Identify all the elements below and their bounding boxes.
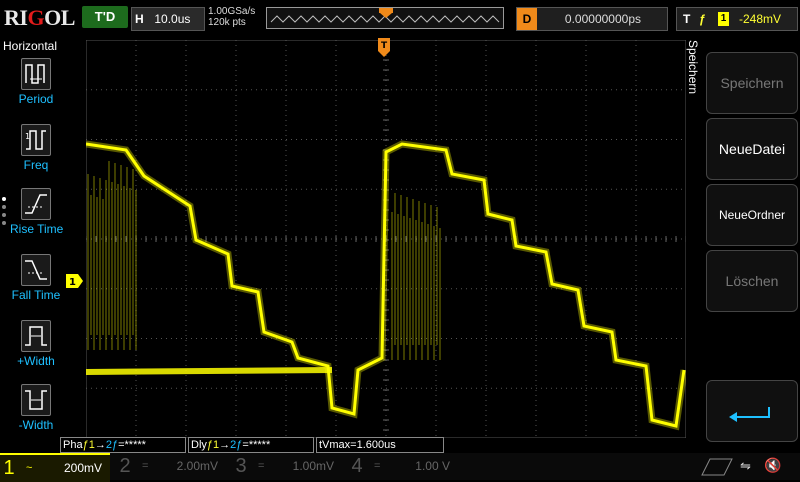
acquisition-info: 1.00GSa/s 120k pts	[208, 6, 255, 28]
svg-text:1: 1	[69, 277, 76, 288]
menu-enter-button[interactable]	[706, 380, 798, 442]
tvmax-measurement[interactable]: tVmax=1.600us	[316, 437, 444, 453]
channel-1-scale: 200mV	[63, 461, 102, 475]
phase-measurement[interactable]: Phaƒ1→2ƒ=*****	[60, 437, 186, 453]
top-status-bar: RIGOL T'D H 10.0us 1.00GSa/s 120k pts D …	[0, 0, 800, 36]
waveform-display[interactable]	[86, 40, 686, 438]
neg-width-icon	[21, 384, 51, 416]
rising-edge-icon: ƒ	[699, 12, 706, 26]
trigger-source: 1	[718, 12, 729, 26]
fall-time-icon	[21, 254, 51, 286]
svg-text:1: 1	[25, 132, 30, 141]
menu-delete-button[interactable]: Löschen	[706, 250, 798, 312]
measure-pos-width-button[interactable]: +Width	[10, 320, 62, 368]
channel-4-scale: 1.00 V	[415, 459, 450, 473]
measure-freq-button[interactable]: 1 Freq	[10, 124, 62, 172]
ch1-offset-marker[interactable]: 1	[66, 274, 84, 288]
ch1-ringing-burst	[87, 161, 137, 350]
channel-3-tab[interactable]: 3 = 1.00mV	[232, 453, 342, 480]
enter-icon	[729, 407, 770, 422]
dc-coupling-icon: =	[142, 460, 149, 472]
menu-new-file-button[interactable]: NeueDatei	[706, 118, 798, 180]
channel-1-tab[interactable]: 1 ~ 200mV	[0, 453, 110, 482]
trigger-level: -248mV	[739, 12, 782, 26]
timebase-box[interactable]: H 10.0us	[131, 7, 205, 31]
dc-coupling-icon: =	[374, 460, 381, 472]
channel-3-number: 3	[235, 455, 247, 477]
wave-shape-icon	[701, 458, 733, 476]
memory-overview-bar[interactable]	[266, 7, 504, 29]
measure-panel-title: Horizontal	[2, 39, 58, 53]
channel-3-scale: 1.00mV	[292, 459, 334, 473]
period-icon	[21, 58, 51, 90]
timebase-key: H	[135, 12, 144, 26]
dc-coupling-icon: =	[258, 460, 265, 472]
channel-2-number: 2	[119, 455, 131, 477]
measure-neg-width-button[interactable]: -Width	[10, 384, 62, 432]
menu-new-folder-button[interactable]: NeueOrdner	[706, 184, 798, 246]
channel-1-number: 1	[3, 457, 15, 479]
rigol-logo: RIGOL	[4, 5, 75, 30]
measure-freq-label: Freq	[23, 158, 49, 172]
memory-depth: 120k pts	[208, 17, 246, 28]
ch1-ringing-burst	[391, 193, 441, 360]
measure-period-label: Period	[18, 92, 54, 106]
measure-fall-time-label: Fall Time	[11, 288, 61, 302]
channel-4-number: 4	[351, 455, 363, 477]
sample-rate: 1.00GSa/s	[208, 6, 256, 17]
ac-coupling-icon: ~	[26, 462, 33, 474]
trigger-position-marker[interactable]: T	[378, 38, 392, 58]
measure-fall-time-button[interactable]: Fall Time	[10, 254, 62, 302]
channel-bar: 1 ~ 200mV 2 = 2.00mV 3 = 1.00mV 4 = 1.00…	[0, 453, 800, 482]
usb-icon: ⇋	[740, 458, 751, 473]
delay-box[interactable]: D 0.00000000ps	[516, 7, 668, 31]
freq-icon: 1	[21, 124, 51, 156]
measure-rise-time-button[interactable]: Rise Time	[10, 188, 64, 236]
channel-4-tab[interactable]: 4 = 1.00 V	[348, 453, 458, 480]
measure-period-button[interactable]: Period	[10, 58, 62, 106]
timebase-value: 10.0us	[154, 12, 191, 26]
run-state-badge[interactable]: T'D	[82, 6, 128, 28]
delay-measurement[interactable]: Dlyƒ1→2ƒ=*****	[188, 437, 314, 453]
save-menu-panel: Speichern Speichern NeueDatei NeueOrdner…	[686, 36, 800, 452]
measure-pos-width-label: +Width	[17, 354, 55, 368]
trigger-key: T	[683, 12, 691, 26]
pos-width-icon	[21, 320, 51, 352]
page-dots	[2, 197, 6, 229]
rise-time-icon	[21, 188, 51, 220]
trigger-box[interactable]: T ƒ 1 -248mV	[676, 7, 798, 31]
measurement-bar: Phaƒ1→2ƒ=***** Dlyƒ1→2ƒ=***** tVmax=1.60…	[60, 437, 680, 453]
speaker-mute-icon[interactable]: 🔇	[764, 457, 781, 474]
delay-key: D	[517, 8, 537, 30]
menu-save-button[interactable]: Speichern	[706, 52, 798, 114]
channel-2-scale: 2.00mV	[176, 459, 218, 473]
memory-waveform-preview	[270, 8, 500, 23]
ch1-trace-baseline	[86, 367, 333, 375]
delay-value: 0.00000000ps	[564, 12, 641, 26]
waveform-canvas	[86, 40, 686, 438]
channel-2-tab[interactable]: 2 = 2.00mV	[116, 453, 226, 480]
measure-panel: Horizontal Period 1 Freq Rise Time Fall …	[0, 36, 64, 452]
measure-neg-width-label: -Width	[18, 418, 54, 432]
measure-rise-time-label: Rise Time	[10, 222, 64, 236]
menu-title: Speichern	[686, 40, 700, 95]
svg-text:T: T	[381, 41, 388, 51]
